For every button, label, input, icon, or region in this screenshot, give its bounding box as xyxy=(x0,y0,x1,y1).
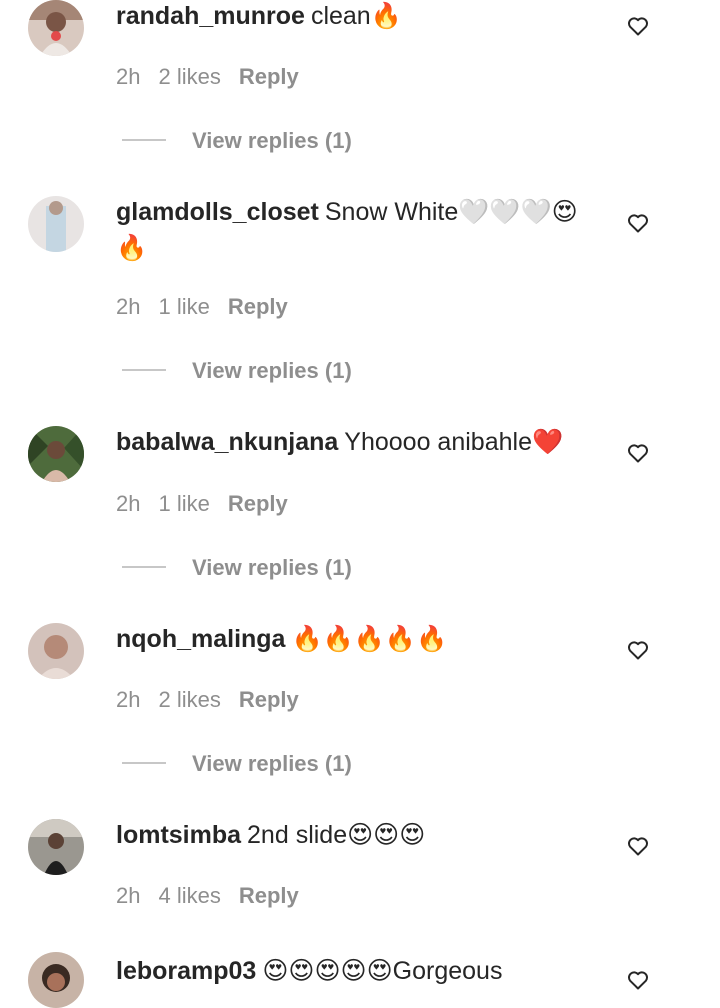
username[interactable]: glamdolls_closet xyxy=(116,198,319,226)
like-count[interactable]: 1 like xyxy=(158,294,209,319)
comment-body: 2nd slide😍😍😍 xyxy=(247,821,426,849)
view-replies-label: View replies (1) xyxy=(192,358,352,383)
divider-line xyxy=(122,139,166,142)
comment-meta: 2h 2 likes Reply xyxy=(116,62,317,92)
view-replies-button[interactable]: View replies (1) xyxy=(122,553,352,583)
username[interactable]: randah_munroe xyxy=(116,2,305,30)
avatar[interactable] xyxy=(28,0,84,56)
comment-time: 2h xyxy=(116,687,141,712)
comment-text: babalwa_nkunjana Yhoooo anibahle❤️ xyxy=(116,424,606,460)
comment-meta: 2h 1 like Reply xyxy=(116,292,306,322)
avatar[interactable] xyxy=(28,819,84,875)
comment-text: randah_munroe clean🔥 xyxy=(116,0,606,34)
comment-meta: 2h 1 like Reply xyxy=(116,489,306,519)
comment-text: leboramp03 😍😍😍😍😍Gorgeous xyxy=(116,953,606,989)
heart-outline-icon[interactable] xyxy=(626,441,650,465)
like-count[interactable]: 1 like xyxy=(158,491,209,516)
comment-body: 🔥🔥🔥🔥🔥 xyxy=(291,625,448,653)
heart-outline-icon[interactable] xyxy=(626,638,650,662)
avatar[interactable] xyxy=(28,623,84,679)
heart-outline-icon[interactable] xyxy=(626,968,650,992)
comment-meta: 2h 4 likes Reply xyxy=(116,881,317,911)
avatar[interactable] xyxy=(28,952,84,1008)
heart-outline-icon[interactable] xyxy=(626,211,650,235)
comment-text: nqoh_malinga 🔥🔥🔥🔥🔥 xyxy=(116,621,606,657)
comment-time: 2h xyxy=(116,64,141,89)
avatar[interactable] xyxy=(28,196,84,252)
reply-button[interactable]: Reply xyxy=(228,491,288,516)
comment-text: glamdolls_closet Snow White🤍🤍🤍😍🔥 xyxy=(116,194,606,266)
comment-time: 2h xyxy=(116,883,141,908)
reply-button[interactable]: Reply xyxy=(239,687,299,712)
view-replies-button[interactable]: View replies (1) xyxy=(122,126,352,156)
divider-line xyxy=(122,762,166,765)
heart-outline-icon[interactable] xyxy=(626,14,650,38)
reply-button[interactable]: Reply xyxy=(228,294,288,319)
like-count[interactable]: 2 likes xyxy=(158,687,220,712)
comment-time: 2h xyxy=(116,491,141,516)
view-replies-button[interactable]: View replies (1) xyxy=(122,356,352,386)
divider-line xyxy=(122,566,166,569)
comment-body: Yhoooo anibahle❤️ xyxy=(344,428,564,456)
comment-time: 2h xyxy=(116,294,141,319)
divider-line xyxy=(122,369,166,372)
like-count[interactable]: 2 likes xyxy=(158,64,220,89)
comment-text: lomtsimba 2nd slide😍😍😍 xyxy=(116,817,606,853)
view-replies-button[interactable]: View replies (1) xyxy=(122,749,352,779)
reply-button[interactable]: Reply xyxy=(239,64,299,89)
reply-button[interactable]: Reply xyxy=(239,883,299,908)
heart-outline-icon[interactable] xyxy=(626,834,650,858)
view-replies-label: View replies (1) xyxy=(192,128,352,153)
avatar[interactable] xyxy=(28,426,84,482)
comment-body: clean🔥 xyxy=(310,2,402,30)
username[interactable]: babalwa_nkunjana xyxy=(116,428,338,456)
comment-body: 😍😍😍😍😍Gorgeous xyxy=(262,957,503,985)
view-replies-label: View replies (1) xyxy=(192,555,352,580)
username[interactable]: nqoh_malinga xyxy=(116,625,285,653)
like-count[interactable]: 4 likes xyxy=(158,883,220,908)
username[interactable]: leboramp03 xyxy=(116,957,256,985)
comment-meta: 2h 2 likes Reply xyxy=(116,685,317,715)
username[interactable]: lomtsimba xyxy=(116,821,241,849)
view-replies-label: View replies (1) xyxy=(192,751,352,776)
